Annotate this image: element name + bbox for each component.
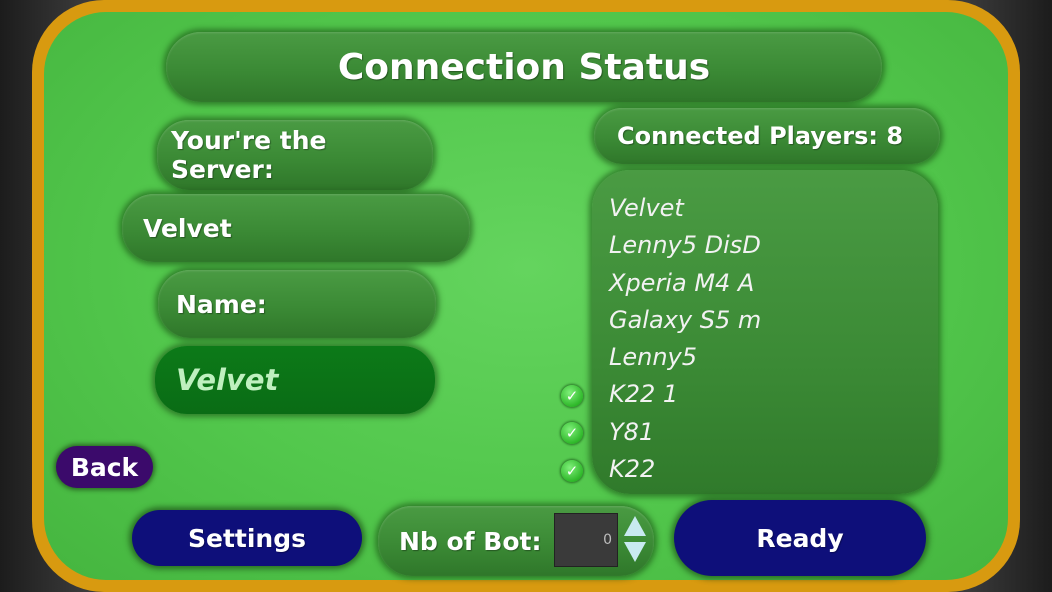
ready-button[interactable]: Ready bbox=[674, 500, 926, 576]
player-item: Xperia M4 A bbox=[609, 268, 755, 297]
player-item: K22 1 bbox=[609, 380, 679, 409]
name-label: Name: bbox=[158, 270, 436, 338]
players-list[interactable]: Velvet Lenny5 DisD Xperia M4 A Galaxy S5… bbox=[592, 170, 938, 494]
arrow-down-icon[interactable] bbox=[624, 542, 646, 562]
ready-check-icon: ✓ bbox=[561, 422, 583, 444]
name-input[interactable]: Velvet bbox=[155, 346, 435, 414]
settings-button[interactable]: Settings bbox=[132, 510, 362, 566]
player-item: Lenny5 DisD bbox=[609, 231, 761, 260]
ready-check-icon: ✓ bbox=[561, 385, 583, 407]
player-item: Velvet bbox=[609, 194, 684, 222]
player-item: Y81 bbox=[609, 417, 655, 446]
bot-count-input[interactable]: 0 bbox=[554, 513, 618, 567]
connected-players-label: Connected Players: 8 bbox=[594, 108, 940, 164]
ready-check-icon: ✓ bbox=[561, 460, 583, 482]
bot-count-stepper[interactable] bbox=[624, 514, 646, 566]
server-name: Velvet bbox=[122, 194, 470, 262]
server-label: Your're the Server: bbox=[157, 120, 433, 190]
player-item: Lenny5 bbox=[609, 343, 698, 372]
player-item: Galaxy S5 m bbox=[609, 305, 762, 334]
back-button[interactable]: Back bbox=[56, 446, 153, 488]
page-title: Connection Status bbox=[166, 32, 882, 102]
arrow-up-icon[interactable] bbox=[624, 516, 646, 536]
player-item: K22 bbox=[609, 455, 656, 484]
